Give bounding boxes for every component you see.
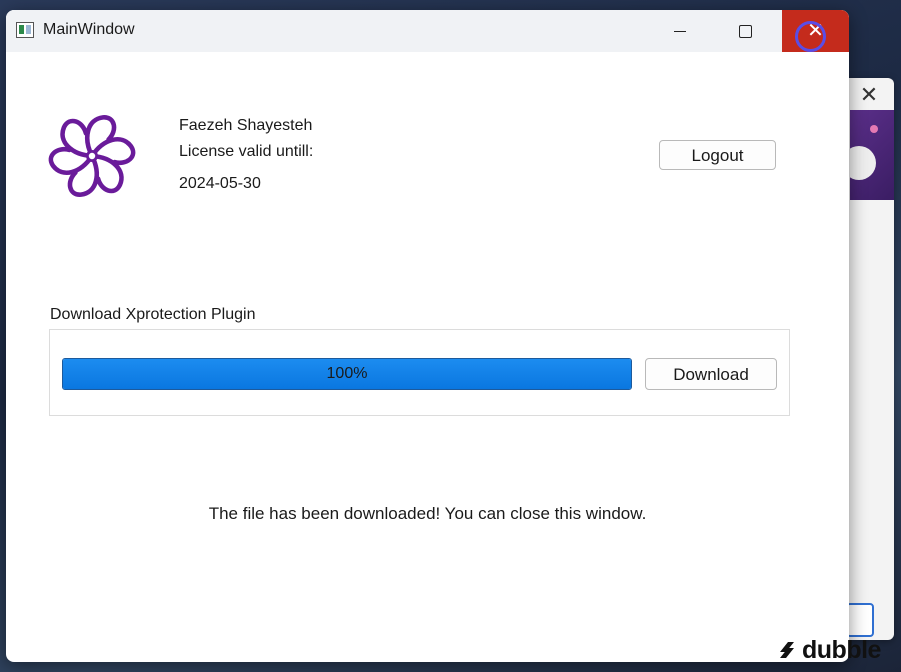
cursor-highlight <box>795 21 826 52</box>
user-name: Faezeh Shayesteh <box>179 117 313 134</box>
maximize-icon <box>738 24 752 38</box>
progress-text: 100% <box>326 365 368 382</box>
watermark-text: dubble <box>802 635 881 664</box>
minimize-button[interactable] <box>651 10 709 52</box>
dubble-watermark: dubble <box>776 634 881 666</box>
background-close-icon[interactable]: ✕ <box>856 82 882 108</box>
main-window: MainWindow ✕ Faezeh Shayesteh License va… <box>6 10 849 662</box>
background-input[interactable] <box>846 603 874 637</box>
window-title: MainWindow <box>43 21 135 38</box>
dubble-logo-icon <box>780 642 794 658</box>
minimize-icon <box>674 30 686 32</box>
logout-button[interactable]: Logout <box>659 140 776 170</box>
status-message: The file has been downloaded! You can cl… <box>208 504 647 523</box>
download-button[interactable]: Download <box>645 358 777 390</box>
banner-dot <box>870 125 878 133</box>
title-bar[interactable]: MainWindow ✕ <box>6 10 849 52</box>
background-banner <box>842 110 894 200</box>
flower-logo-icon <box>46 115 138 202</box>
download-progress-bar: 100% <box>62 358 632 390</box>
window-app-icon <box>16 22 34 38</box>
license-label: License valid untill: <box>179 143 314 160</box>
maximize-button[interactable] <box>716 10 774 52</box>
license-date: 2024-05-30 <box>179 175 261 192</box>
download-section-label: Download Xprotection Plugin <box>50 306 256 323</box>
